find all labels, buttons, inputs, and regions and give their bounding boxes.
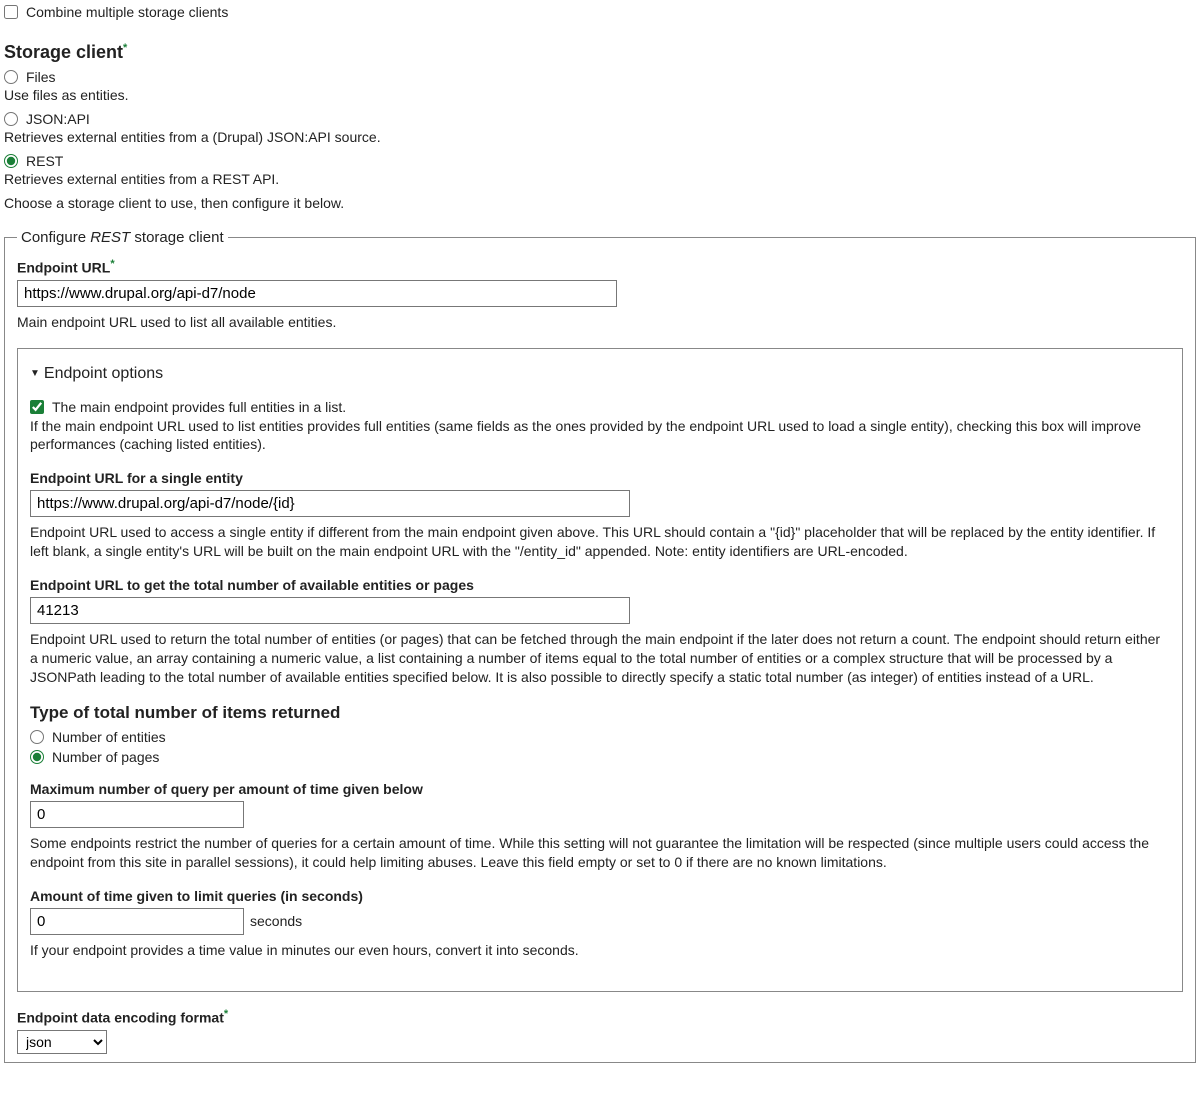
combine-storage-clients-checkbox-row: Combine multiple storage clients — [4, 4, 1196, 20]
total-type-radio-entities[interactable] — [30, 730, 44, 744]
max-query-input[interactable] — [30, 801, 244, 828]
storage-client-label-files: Files — [26, 69, 56, 85]
legend-italic: REST — [90, 229, 130, 246]
required-icon: * — [123, 42, 127, 54]
count-url-input[interactable] — [30, 597, 630, 624]
total-type-label-entities: Number of entities — [52, 729, 166, 745]
single-entity-input[interactable] — [30, 490, 630, 517]
single-entity-description: Endpoint URL used to access a single ent… — [30, 523, 1170, 561]
legend-prefix: Configure — [21, 229, 90, 246]
full-entities-checkbox[interactable] — [30, 400, 44, 414]
full-entities-label: The main endpoint provides full entities… — [52, 399, 346, 415]
storage-client-desc-files: Use files as entities. — [4, 87, 1196, 103]
endpoint-options-fieldset: ▼ Endpoint options The main endpoint pro… — [17, 348, 1183, 993]
count-url-description: Endpoint URL used to return the total nu… — [30, 630, 1170, 687]
storage-client-radio-group: Files Use files as entities. JSON:API Re… — [4, 69, 1196, 187]
configure-rest-legend: Configure REST storage client — [17, 229, 228, 246]
max-query-description: Some endpoints restrict the number of qu… — [30, 834, 1170, 872]
storage-client-desc-rest: Retrieves external entities from a REST … — [4, 171, 1196, 187]
max-query-label: Maximum number of query per amount of ti… — [30, 781, 1170, 797]
endpoint-options-summary-text: Endpoint options — [44, 365, 163, 383]
total-type-radio-pages[interactable] — [30, 750, 44, 764]
time-limit-label: Amount of time given to limit queries (i… — [30, 888, 1170, 904]
storage-client-heading: Storage client* — [4, 42, 1196, 63]
storage-client-label-rest: REST — [26, 153, 63, 169]
full-entities-checkbox-row: The main endpoint provides full entities… — [30, 399, 1170, 415]
storage-client-heading-text: Storage client — [4, 42, 123, 62]
storage-client-radio-jsonapi[interactable] — [4, 112, 18, 126]
encoding-format-label-text: Endpoint data encoding format — [17, 1010, 224, 1026]
required-icon: * — [224, 1008, 228, 1020]
encoding-format-select[interactable]: json — [17, 1030, 107, 1054]
endpoint-options-summary[interactable]: ▼ Endpoint options — [30, 365, 1170, 383]
total-type-label-pages: Number of pages — [52, 749, 159, 765]
count-url-label: Endpoint URL to get the total number of … — [30, 577, 1170, 593]
total-type-heading: Type of total number of items returned — [30, 703, 1170, 723]
combine-storage-clients-label: Combine multiple storage clients — [26, 4, 228, 20]
required-icon: * — [110, 258, 114, 270]
storage-client-label-jsonapi: JSON:API — [26, 111, 90, 127]
full-entities-description: If the main endpoint URL used to list en… — [30, 417, 1170, 455]
time-limit-suffix: seconds — [250, 913, 302, 929]
legend-suffix: storage client — [130, 229, 223, 246]
storage-client-instruction: Choose a storage client to use, then con… — [4, 195, 1196, 211]
time-limit-description: If your endpoint provides a time value i… — [30, 941, 1170, 960]
configure-rest-fieldset: Configure REST storage client Endpoint U… — [4, 229, 1196, 1063]
storage-client-radio-files[interactable] — [4, 70, 18, 84]
time-limit-input[interactable] — [30, 908, 244, 935]
endpoint-url-label: Endpoint URL* — [17, 258, 1183, 276]
combine-storage-clients-checkbox[interactable] — [4, 5, 18, 19]
storage-client-radio-rest[interactable] — [4, 154, 18, 168]
endpoint-url-description: Main endpoint URL used to list all avail… — [17, 313, 1183, 332]
storage-client-desc-jsonapi: Retrieves external entities from a (Drup… — [4, 129, 1196, 145]
endpoint-url-label-text: Endpoint URL — [17, 260, 110, 276]
encoding-format-label: Endpoint data encoding format* — [17, 1008, 1183, 1026]
endpoint-url-input[interactable] — [17, 280, 617, 307]
caret-down-icon: ▼ — [30, 368, 40, 379]
single-entity-label: Endpoint URL for a single entity — [30, 470, 1170, 486]
